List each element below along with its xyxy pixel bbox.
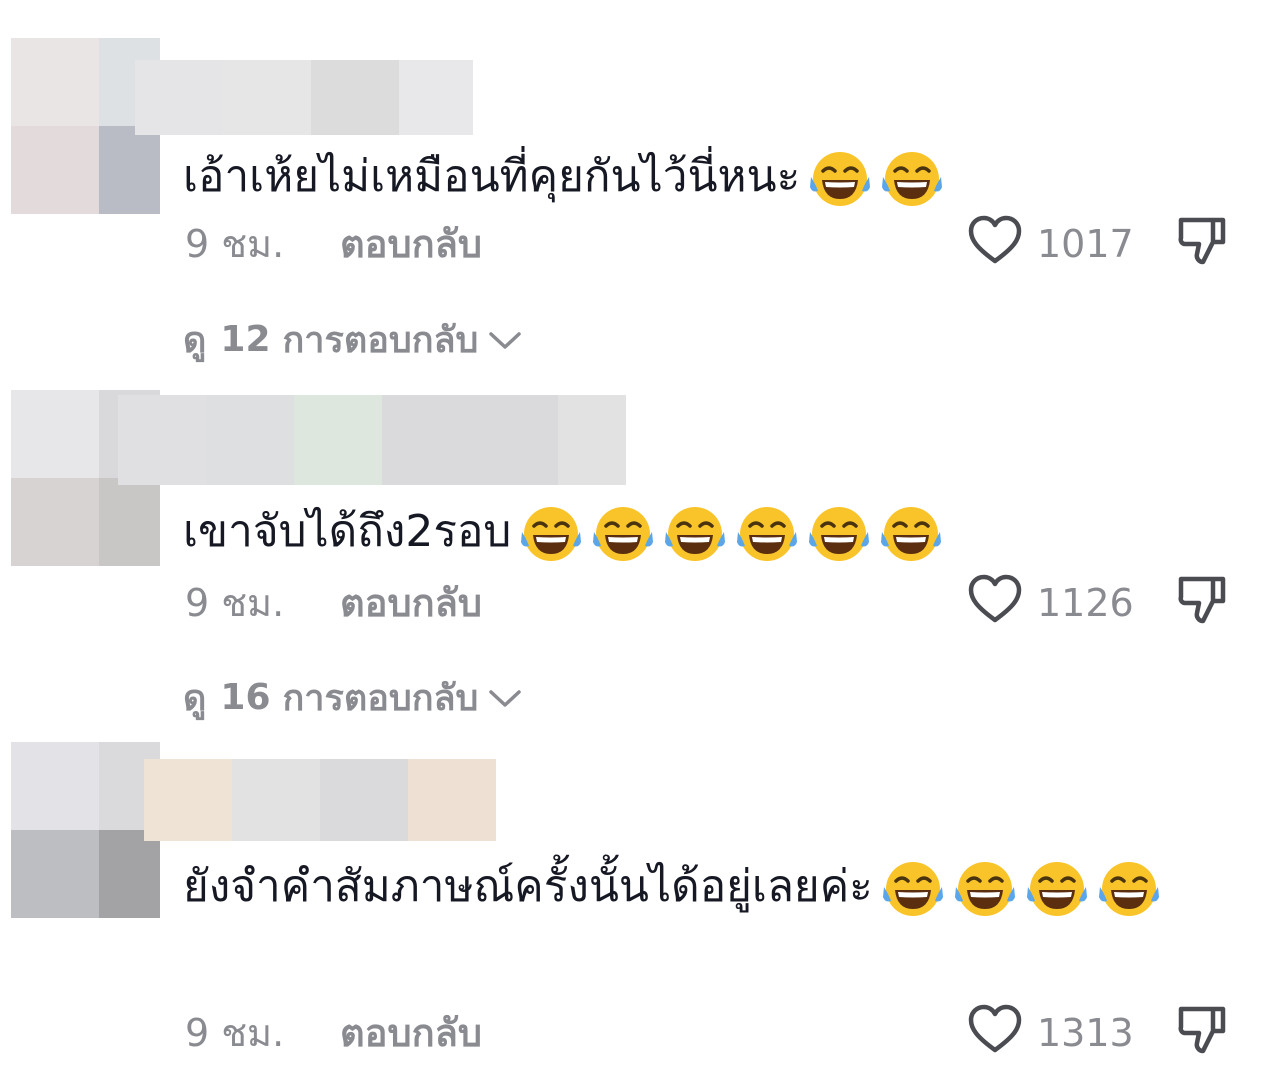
face-with-tears-of-joy-icon: [665, 507, 726, 561]
face-with-tears-of-joy-icon: [954, 862, 1015, 916]
heart-icon: [967, 214, 1023, 275]
thumbs-down-icon: [1175, 212, 1231, 277]
comment-text-content: เอ้าเห้ยไม่เหมือนที่คุยกันไว้นี่หนะ: [183, 151, 801, 202]
heart-icon: [967, 573, 1023, 634]
face-with-tears-of-joy-icon: [1026, 862, 1087, 916]
reply-button[interactable]: ตอบกลับ: [340, 1008, 482, 1058]
comment-time: 9 ชม.: [185, 581, 285, 625]
reply-count: 12: [220, 318, 271, 360]
face-with-tears-of-joy-icon: [809, 507, 870, 561]
dislike-button[interactable]: [1175, 217, 1231, 269]
face-with-tears-of-joy-icon: [882, 152, 943, 206]
view-replies-prefix: ดู: [183, 677, 207, 719]
comment-time: 9 ชม.: [185, 222, 285, 266]
comment-text: ยังจำคำสัมภาษณ์ครั้งนั้นได้อยู่เลยค่ะ: [183, 852, 1243, 922]
face-with-tears-of-joy-icon: [737, 507, 798, 561]
view-replies-suffix: การตอบกลับ: [282, 677, 479, 719]
dislike-button[interactable]: [1175, 576, 1231, 628]
face-with-tears-of-joy-icon: [882, 862, 943, 916]
comment-time: 9 ชม.: [185, 1011, 285, 1055]
like-count: 1126: [1037, 581, 1134, 625]
view-replies-prefix: ดู: [183, 319, 207, 361]
comment-meta: 9 ชม. ตอบกลับ 1017: [185, 215, 1245, 269]
chevron-down-icon: [478, 319, 522, 360]
comment-meta: 9 ชม. ตอบกลับ 1313: [185, 1004, 1245, 1058]
username-blurred[interactable]: [118, 395, 626, 485]
like-button[interactable]: [967, 574, 1023, 628]
thumbs-down-icon: [1175, 571, 1231, 636]
comment-text-content: ยังจำคำสัมภาษณ์ครั้งนั้นได้อยู่เลยค่ะ: [183, 861, 873, 912]
chevron-down-icon: [478, 677, 522, 718]
avatar[interactable]: [11, 742, 160, 918]
reply-button[interactable]: ตอบกลับ: [340, 578, 482, 628]
like-count: 1313: [1037, 1011, 1134, 1055]
face-with-tears-of-joy-icon: [1098, 862, 1159, 916]
username-blurred[interactable]: [135, 60, 473, 135]
face-with-tears-of-joy-icon: [881, 507, 942, 561]
face-with-tears-of-joy-icon: [593, 507, 654, 561]
face-with-tears-of-joy-icon: [521, 507, 582, 561]
like-button[interactable]: [967, 215, 1023, 269]
comment-text: เขาจับได้ถึง2รอบ: [183, 497, 1243, 567]
comment-meta: 9 ชม. ตอบกลับ 1126: [185, 574, 1245, 628]
comment-text-content: เขาจับได้ถึง2รอบ: [183, 506, 512, 557]
comment-text: เอ้าเห้ยไม่เหมือนที่คุยกันไว้นี่หนะ: [183, 142, 1243, 212]
reply-count: 16: [220, 676, 271, 718]
heart-icon: [967, 1003, 1023, 1064]
emoji-group: [511, 497, 943, 567]
emoji-group: [800, 142, 944, 212]
thumbs-down-icon: [1175, 1001, 1231, 1066]
face-with-tears-of-joy-icon: [810, 152, 871, 206]
like-button[interactable]: [967, 1004, 1023, 1058]
view-replies-suffix: การตอบกลับ: [282, 319, 479, 361]
view-replies-button[interactable]: ดู 12 การตอบกลับ: [183, 314, 522, 364]
like-count: 1017: [1037, 222, 1134, 266]
view-replies-button[interactable]: ดู 16 การตอบกลับ: [183, 672, 522, 722]
username-blurred[interactable]: [144, 759, 496, 841]
reply-button[interactable]: ตอบกลับ: [340, 219, 482, 269]
emoji-group: [873, 852, 1161, 922]
dislike-button[interactable]: [1175, 1006, 1231, 1058]
